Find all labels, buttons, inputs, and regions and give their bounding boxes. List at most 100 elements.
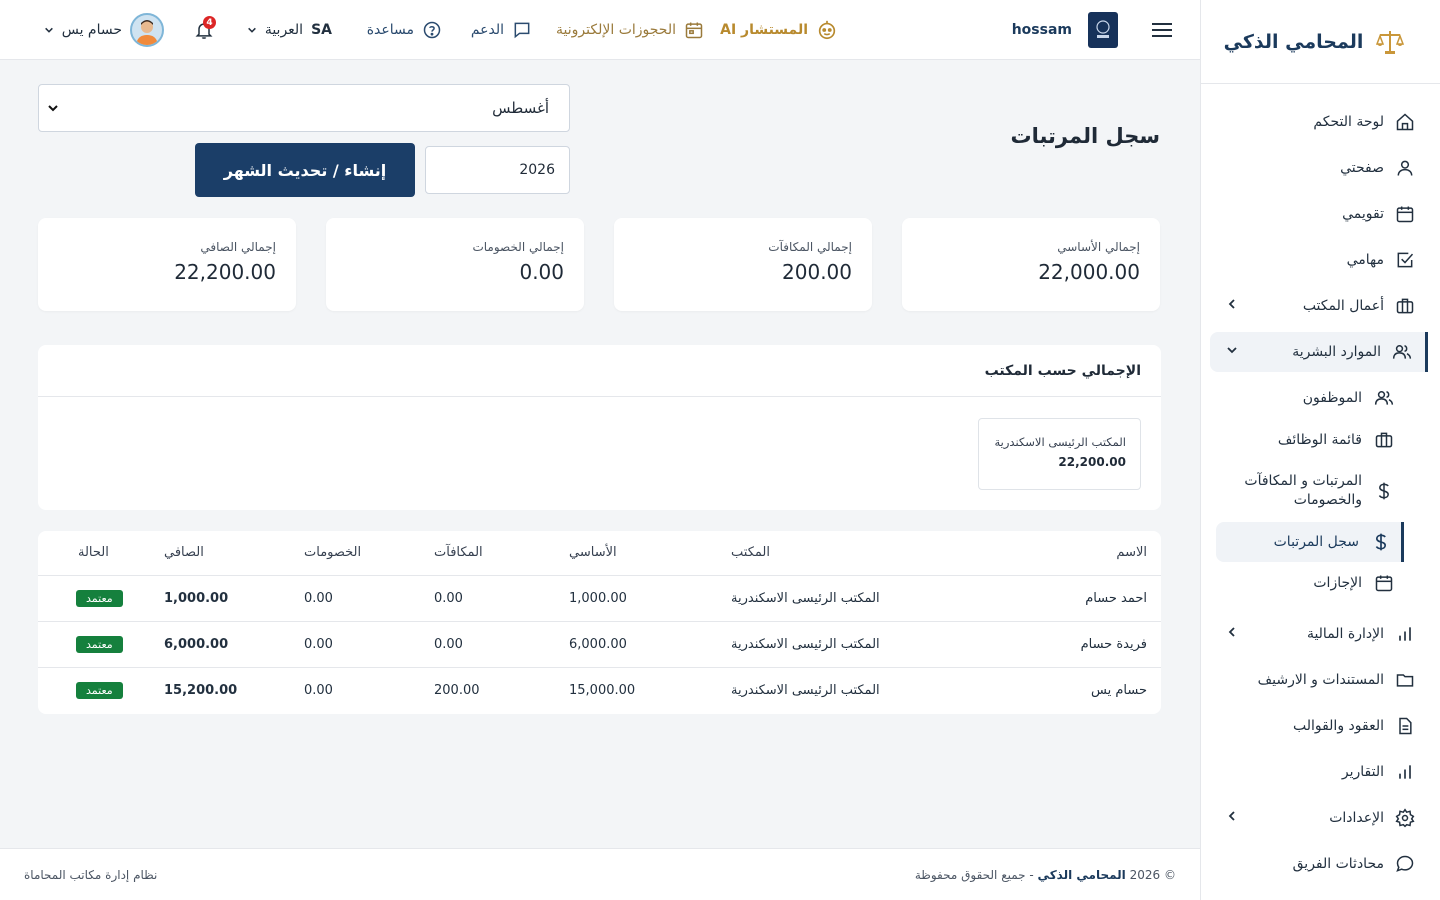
sidebar-item-hr[interactable]: الموارد البشرية xyxy=(1210,332,1428,372)
dollar-icon xyxy=(1374,481,1394,501)
footer-brand: المحامي الذكي xyxy=(1037,867,1126,882)
year-input[interactable] xyxy=(425,146,570,194)
sidebar-item-tasks[interactable]: مهامي xyxy=(1210,240,1428,280)
chevron-down-icon xyxy=(247,25,257,35)
cell-bonuses: 0.00 xyxy=(434,590,463,606)
briefcase-icon xyxy=(1394,295,1416,317)
cell-basic: 15,000.00 xyxy=(569,682,636,698)
help-label: مساعدة xyxy=(366,22,414,38)
sidebar-subitem-employees[interactable]: الموظفون xyxy=(1218,379,1404,417)
calendar-icon xyxy=(1394,203,1416,225)
page-title: سجل المرتبات xyxy=(1010,124,1160,148)
stat-label: إجمالي الخصومات xyxy=(472,240,564,254)
copyright-prefix: © 2026 xyxy=(1129,867,1176,882)
chevron-left-icon xyxy=(1226,810,1238,822)
cell-deductions: 0.00 xyxy=(304,682,333,698)
firm-logo-icon xyxy=(1088,12,1118,48)
sidebar-item-my-page[interactable]: صفحتي xyxy=(1210,148,1428,188)
table-row[interactable]: احمد حسام المكتب الرئيسى الاسكندرية 1,00… xyxy=(38,575,1161,621)
stat-label: إجمالي الصافي xyxy=(200,240,276,254)
month-select-value: أغسطس xyxy=(492,99,549,117)
sidebar-item-label: لوحة التحكم xyxy=(1313,114,1384,130)
folder-icon xyxy=(1394,669,1416,691)
firm-logo[interactable] xyxy=(1088,0,1118,60)
sidebar-item-office-work[interactable]: أعمال المكتب xyxy=(1210,286,1428,326)
users-icon xyxy=(1374,388,1394,408)
main-content: سجل المرتبات أغسطس إنشاء / تحديث الشهر إ… xyxy=(0,60,1200,848)
language-selector[interactable]: SA العربية xyxy=(247,0,332,60)
bar-chart-icon xyxy=(1394,623,1416,645)
generate-month-button[interactable]: إنشاء / تحديث الشهر xyxy=(195,143,415,197)
sidebar-item-dashboard[interactable]: لوحة التحكم xyxy=(1210,102,1428,142)
sidebar-subitem-label: قائمة الوظائف xyxy=(1277,431,1362,448)
sidebar-item-label: مهامي xyxy=(1346,252,1384,268)
help-link[interactable]: مساعدة xyxy=(367,0,442,60)
cell-deductions: 0.00 xyxy=(304,636,333,652)
header-office: المكتب xyxy=(731,545,770,561)
user-icon xyxy=(1394,157,1416,179)
hamburger-icon xyxy=(1152,22,1172,38)
cell-bonuses: 200.00 xyxy=(434,682,480,698)
cell-status: معتمد xyxy=(38,621,164,667)
month-select[interactable]: أغسطس xyxy=(38,84,570,132)
sidebar-item-label: تقويمي xyxy=(1342,206,1384,222)
sidebar-item-finance[interactable]: الإدارة المالية xyxy=(1210,614,1428,654)
office-name: المكتب الرئيسى الاسكندرية xyxy=(994,435,1127,449)
stat-label: إجمالي الأساسي xyxy=(1057,240,1140,254)
stat-value: 200.00 xyxy=(782,260,852,284)
sidebar-subitem-job-list[interactable]: قائمة الوظائف xyxy=(1218,421,1404,459)
cell-office: المكتب الرئيسى الاسكندرية xyxy=(731,636,880,652)
cell-bonuses: 0.00 xyxy=(434,636,463,652)
table-header-row: الاسم المكتب الأساسي المكافآت الخصومات ا… xyxy=(38,531,1161,575)
support-link[interactable]: الدعم xyxy=(471,0,532,60)
cell-net: 15,200.00 xyxy=(164,682,238,698)
dollar-icon xyxy=(1371,532,1391,552)
sidebar-item-label: صفحتي xyxy=(1340,160,1384,176)
stat-value: 0.00 xyxy=(519,260,564,284)
ai-advisor-link[interactable]: المستشار AI xyxy=(720,0,838,60)
notifications-button[interactable]: 4 xyxy=(192,0,216,60)
sidebar-item-label: المستندات و الارشيف xyxy=(1257,672,1384,688)
bar-chart-icon xyxy=(1394,761,1416,783)
robot-icon xyxy=(816,19,838,41)
sidebar-subitem-label: سجل المرتبات xyxy=(1273,533,1359,550)
chevron-left-icon xyxy=(1226,298,1238,310)
sidebar-item-label: الموارد البشرية xyxy=(1292,344,1381,360)
header-basic: الأساسي xyxy=(569,545,617,561)
table-row[interactable]: حسام يس المكتب الرئيسى الاسكندرية 15,000… xyxy=(38,667,1161,713)
header-net: الصافي xyxy=(164,545,204,561)
checkbox-icon xyxy=(1394,249,1416,271)
sidebar-subitem-leaves[interactable]: الإجازات xyxy=(1218,564,1404,602)
menu-toggle-button[interactable] xyxy=(1152,0,1172,60)
cell-basic: 6,000.00 xyxy=(569,636,627,652)
panel-title: الإجمالي حسب المكتب xyxy=(38,345,1161,397)
status-badge: معتمد xyxy=(76,589,123,607)
sidebar-subitem-salaries-bonuses[interactable]: المرتبات و المكافآت والخصومات xyxy=(1218,468,1404,514)
table-row[interactable]: فريدة حسام المكتب الرئيسى الاسكندرية 6,0… xyxy=(38,621,1161,667)
user-menu[interactable]: حسام يس xyxy=(44,0,164,60)
topbar: hossam المستشار AI الحجوزات الإلكترونية … xyxy=(0,0,1200,60)
sidebar-item-settings[interactable]: الإعدادات xyxy=(1210,798,1428,838)
home-icon xyxy=(1394,111,1416,133)
account-name[interactable]: hossam xyxy=(1012,0,1072,60)
bookings-label: الحجوزات الإلكترونية xyxy=(556,22,676,38)
footer: © 2026 المحامي الذكي - جميع الحقوق محفوظ… xyxy=(0,848,1200,900)
calendar-icon xyxy=(684,20,704,40)
bookings-link[interactable]: الحجوزات الإلكترونية xyxy=(556,0,704,60)
sidebar-item-contracts[interactable]: العقود والقوالب xyxy=(1210,706,1428,746)
sidebar-subitem-payroll[interactable]: سجل المرتبات xyxy=(1216,522,1404,562)
chevron-down-icon xyxy=(47,102,59,114)
brand[interactable]: المحامي الذكي xyxy=(1201,0,1440,84)
sidebar-item-label: أعمال المكتب xyxy=(1302,298,1384,314)
sidebar-item-team-chat[interactable]: محادثات الفريق xyxy=(1210,844,1428,884)
sidebar-item-reports[interactable]: التقارير xyxy=(1210,752,1428,792)
sidebar-item-documents[interactable]: المستندات و الارشيف xyxy=(1210,660,1428,700)
stat-card-total-bonuses: إجمالي المكافآت 200.00 xyxy=(614,218,872,311)
sidebar-item-label: التقارير xyxy=(1341,764,1384,780)
users-icon xyxy=(1391,341,1413,363)
stat-card-total-net: إجمالي الصافي 22,200.00 xyxy=(38,218,296,311)
cell-net: 6,000.00 xyxy=(164,636,229,652)
cell-office: المكتب الرئيسى الاسكندرية xyxy=(731,590,880,606)
sidebar-item-calendar[interactable]: تقويمي xyxy=(1210,194,1428,234)
sidebar: المحامي الذكي لوحة التحكم صفحتي تقويمي م… xyxy=(1200,0,1440,900)
